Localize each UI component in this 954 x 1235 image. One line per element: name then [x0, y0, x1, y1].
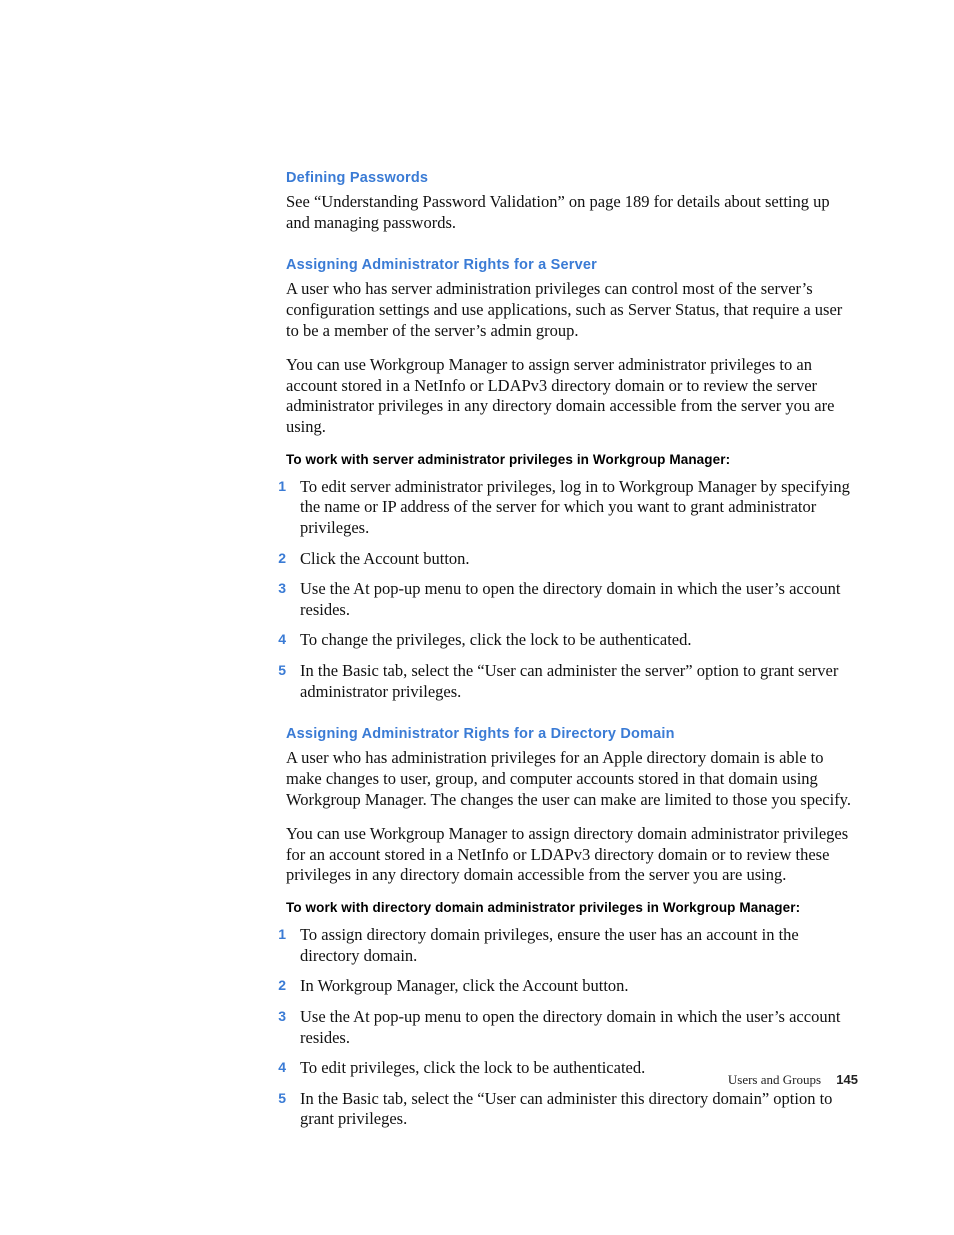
step-number: 3 [252, 1007, 300, 1025]
step-text: To edit server administrator privileges,… [300, 477, 856, 539]
section-heading: Defining Passwords [286, 170, 856, 186]
step-number: 2 [252, 976, 300, 994]
section-heading: Assigning Administrator Rights for a Dir… [286, 726, 856, 742]
step-text: To change the privileges, click the lock… [300, 630, 692, 651]
step-item: 1 To assign directory domain privileges,… [286, 925, 856, 966]
footer-page-number: 145 [836, 1072, 858, 1087]
section-heading: Assigning Administrator Rights for a Ser… [286, 257, 856, 273]
footer-chapter: Users and Groups [728, 1072, 821, 1087]
step-number: 2 [252, 549, 300, 567]
step-number: 1 [252, 925, 300, 943]
step-number: 4 [252, 630, 300, 648]
page-footer: Users and Groups 145 [728, 1072, 858, 1088]
step-number: 5 [252, 661, 300, 679]
step-text: In the Basic tab, select the “User can a… [300, 1089, 856, 1130]
body-paragraph: A user who has server administration pri… [286, 279, 856, 341]
step-item: 2 Click the Account button. [286, 549, 856, 570]
section-defining-passwords: Defining Passwords See “Understanding Pa… [286, 170, 856, 233]
step-item: 5 In the Basic tab, select the “User can… [286, 1089, 856, 1130]
step-number: 3 [252, 579, 300, 597]
step-text: Use the At pop-up menu to open the direc… [300, 1007, 856, 1048]
step-text: To edit privileges, click the lock to be… [300, 1058, 645, 1079]
step-item: 2 In Workgroup Manager, click the Accoun… [286, 976, 856, 997]
step-item: 4 To change the privileges, click the lo… [286, 630, 856, 651]
step-number: 5 [252, 1089, 300, 1107]
section-admin-rights-server: Assigning Administrator Rights for a Ser… [286, 257, 856, 702]
step-item: 5 In the Basic tab, select the “User can… [286, 661, 856, 702]
step-text: Use the At pop-up menu to open the direc… [300, 579, 856, 620]
procedure-heading: To work with server administrator privil… [286, 452, 856, 467]
body-paragraph: A user who has administration privileges… [286, 748, 856, 810]
step-item: 3 Use the At pop-up menu to open the dir… [286, 1007, 856, 1048]
step-item: 3 Use the At pop-up menu to open the dir… [286, 579, 856, 620]
page-content: Defining Passwords See “Understanding Pa… [286, 170, 856, 1154]
step-text: In the Basic tab, select the “User can a… [300, 661, 856, 702]
step-text: To assign directory domain privileges, e… [300, 925, 856, 966]
step-number: 1 [252, 477, 300, 495]
step-text: In Workgroup Manager, click the Account … [300, 976, 629, 997]
step-text: Click the Account button. [300, 549, 470, 570]
procedure-heading: To work with directory domain administra… [286, 900, 856, 915]
body-paragraph: See “Understanding Password Validation” … [286, 192, 856, 233]
step-number: 4 [252, 1058, 300, 1076]
body-paragraph: You can use Workgroup Manager to assign … [286, 824, 856, 886]
step-item: 1 To edit server administrator privilege… [286, 477, 856, 539]
body-paragraph: You can use Workgroup Manager to assign … [286, 355, 856, 438]
section-admin-rights-directory: Assigning Administrator Rights for a Dir… [286, 726, 856, 1130]
